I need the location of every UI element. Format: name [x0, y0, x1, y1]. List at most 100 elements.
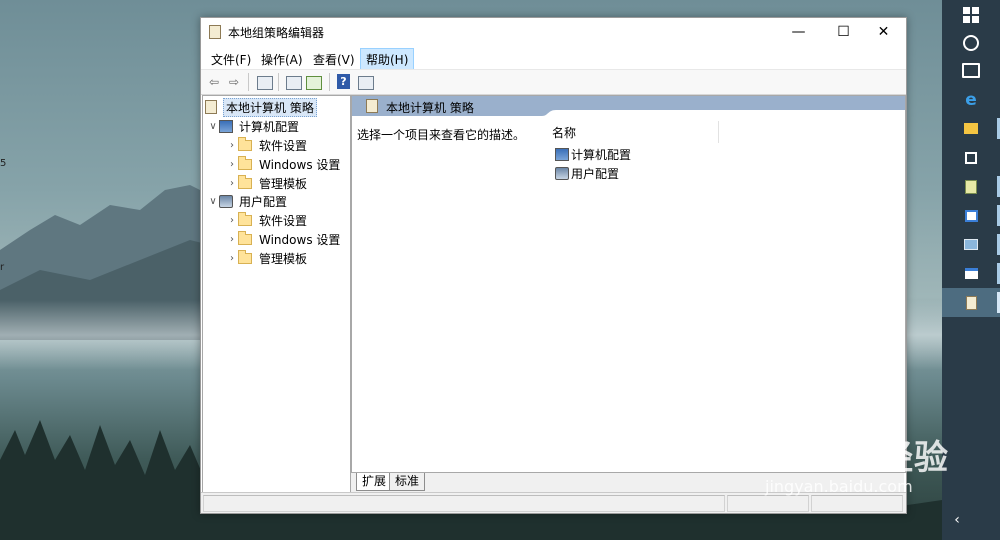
policy-document-icon — [205, 100, 217, 114]
details-header-title: 本地计算机 策略 — [386, 101, 474, 115]
close-button[interactable]: ✕ — [861, 18, 906, 46]
monitor-taskbar-button[interactable] — [942, 230, 1000, 259]
store-bag-icon — [965, 151, 977, 164]
chevron-down-icon[interactable]: ∨ — [207, 196, 219, 207]
window-taskbar-button[interactable] — [942, 259, 1000, 288]
forward-arrow-icon[interactable]: ⇨ — [226, 74, 242, 90]
file-explorer-taskbar-button[interactable] — [942, 114, 1000, 143]
tree-item-label: 软件设置 — [259, 138, 308, 153]
folder-icon — [238, 249, 252, 264]
folder-icon — [238, 136, 252, 151]
watermark-main-text: Baidu经验 — [765, 438, 950, 478]
policy-app-icon — [209, 25, 221, 39]
chevron-left-icon[interactable]: ‹ — [942, 512, 972, 528]
tree-item-computer-config[interactable]: ∨ 计算机配置 — [207, 117, 301, 135]
window-title: 本地组策略编辑器 — [228, 26, 325, 40]
list-item-label: 计算机配置 — [571, 147, 632, 162]
folder-icon — [964, 123, 978, 134]
tree-item-root[interactable]: 本地计算机 策略 — [205, 97, 317, 117]
tree-item-software-settings[interactable]: › 软件设置 — [226, 136, 309, 154]
computer-icon — [555, 147, 569, 161]
status-cell — [811, 495, 903, 512]
taskbar: e ‹ — [942, 0, 1000, 540]
toolbar-separator — [248, 73, 249, 91]
tree-item-label: 软件设置 — [259, 213, 308, 228]
chevron-down-icon[interactable]: ∨ — [207, 121, 219, 132]
column-header-name[interactable]: 名称 — [552, 124, 576, 144]
column-separator[interactable] — [718, 121, 719, 143]
app-window-icon — [964, 209, 978, 222]
tree-item-label: 计算机配置 — [239, 119, 300, 134]
menu-view[interactable]: 查看(V) — [308, 49, 360, 70]
tree-item-admin-templates[interactable]: › 管理模板 — [226, 249, 309, 267]
chevron-right-icon[interactable]: › — [226, 234, 238, 245]
tree-item-user-config[interactable]: ∨ 用户配置 — [207, 192, 289, 210]
window-icon — [964, 268, 978, 279]
toolbar-separator — [329, 73, 330, 91]
folder-icon — [238, 230, 252, 245]
tree-pane: 本地计算机 策略 ∨ 计算机配置 › 软件设置 › Windows 设置 › 管… — [202, 95, 351, 493]
tree-item-label: 管理模板 — [259, 176, 308, 191]
tab-extended[interactable]: 扩展 — [356, 473, 393, 491]
group-policy-taskbar-button[interactable] — [942, 288, 1000, 317]
maximize-button[interactable]: ☐ — [821, 18, 866, 46]
toolbar-separator — [278, 73, 279, 91]
monitor-icon — [964, 239, 978, 250]
notepad-icon — [965, 179, 977, 194]
show-hide-tree-icon[interactable] — [257, 76, 273, 90]
tree-item-windows-settings[interactable]: › Windows 设置 — [226, 155, 342, 173]
list-item[interactable]: 用户配置 — [555, 164, 619, 182]
minimize-button[interactable]: — — [776, 18, 821, 46]
description-text: 选择一个项目来查看它的描述。 — [357, 128, 526, 142]
tree-item-windows-settings[interactable]: › Windows 设置 — [226, 230, 342, 248]
user-icon — [555, 166, 569, 180]
action-pane-icon[interactable] — [358, 76, 374, 90]
chevron-right-icon[interactable]: › — [226, 159, 238, 170]
menu-action[interactable]: 操作(A) — [256, 49, 308, 70]
export-list-icon[interactable] — [306, 76, 322, 90]
user-icon — [219, 194, 233, 208]
edge-icon: e — [965, 89, 977, 110]
watermark-sub-text: jingyan.baidu.com — [765, 477, 913, 496]
desktop-edge-text: 5 — [0, 158, 7, 169]
tab-standard[interactable]: 标准 — [389, 473, 426, 491]
chevron-right-icon[interactable]: › — [226, 178, 238, 189]
list-item[interactable]: 计算机配置 — [555, 145, 631, 163]
desktop-edge-text: r — [0, 262, 5, 273]
notepad-taskbar-button[interactable] — [942, 172, 1000, 201]
menu-bar: 文件(F) 操作(A) 查看(V) 帮助(H) — [201, 46, 906, 71]
menu-help[interactable]: 帮助(H) — [360, 48, 415, 71]
cortana-circle-icon — [963, 34, 979, 51]
search-button[interactable] — [942, 28, 1000, 57]
tree-item-label: 本地计算机 策略 — [223, 97, 317, 117]
toolbar: ⇦ ⇨ ? — [201, 69, 906, 95]
edge-taskbar-button[interactable]: e — [942, 85, 1000, 114]
app-taskbar-button[interactable] — [942, 201, 1000, 230]
chevron-right-icon[interactable]: › — [226, 140, 238, 151]
policy-document-icon — [366, 99, 378, 113]
tree-item-label: Windows 设置 — [259, 157, 341, 172]
chevron-right-icon[interactable]: › — [226, 215, 238, 226]
tree-item-admin-templates[interactable]: › 管理模板 — [226, 174, 309, 192]
details-pane: 本地计算机 策略 选择一个项目来查看它的描述。 名称 计算机配置 用户配置 — [351, 95, 906, 473]
back-arrow-icon[interactable]: ⇦ — [206, 74, 222, 90]
details-header: 本地计算机 策略 — [352, 96, 905, 116]
status-cell — [727, 495, 809, 512]
store-taskbar-button[interactable] — [942, 143, 1000, 172]
help-icon[interactable]: ? — [337, 74, 350, 89]
tree-item-label: 用户配置 — [239, 194, 288, 209]
title-bar[interactable]: 本地组策略编辑器 — ☐ ✕ — [201, 18, 906, 46]
status-cell — [203, 495, 725, 512]
list-item-label: 用户配置 — [571, 166, 620, 181]
task-view-button[interactable] — [942, 56, 1000, 85]
start-button[interactable] — [942, 0, 1000, 29]
properties-icon[interactable] — [286, 76, 302, 90]
chevron-right-icon[interactable]: › — [226, 253, 238, 264]
baidu-watermark: Baidu经验 jingyan.baidu.com — [765, 430, 949, 496]
folder-icon — [238, 174, 252, 189]
policy-document-icon — [965, 295, 977, 310]
tree-item-label: 管理模板 — [259, 251, 308, 266]
computer-icon — [219, 119, 233, 133]
menu-file[interactable]: 文件(F) — [206, 49, 256, 70]
tree-item-software-settings[interactable]: › 软件设置 — [226, 211, 309, 229]
